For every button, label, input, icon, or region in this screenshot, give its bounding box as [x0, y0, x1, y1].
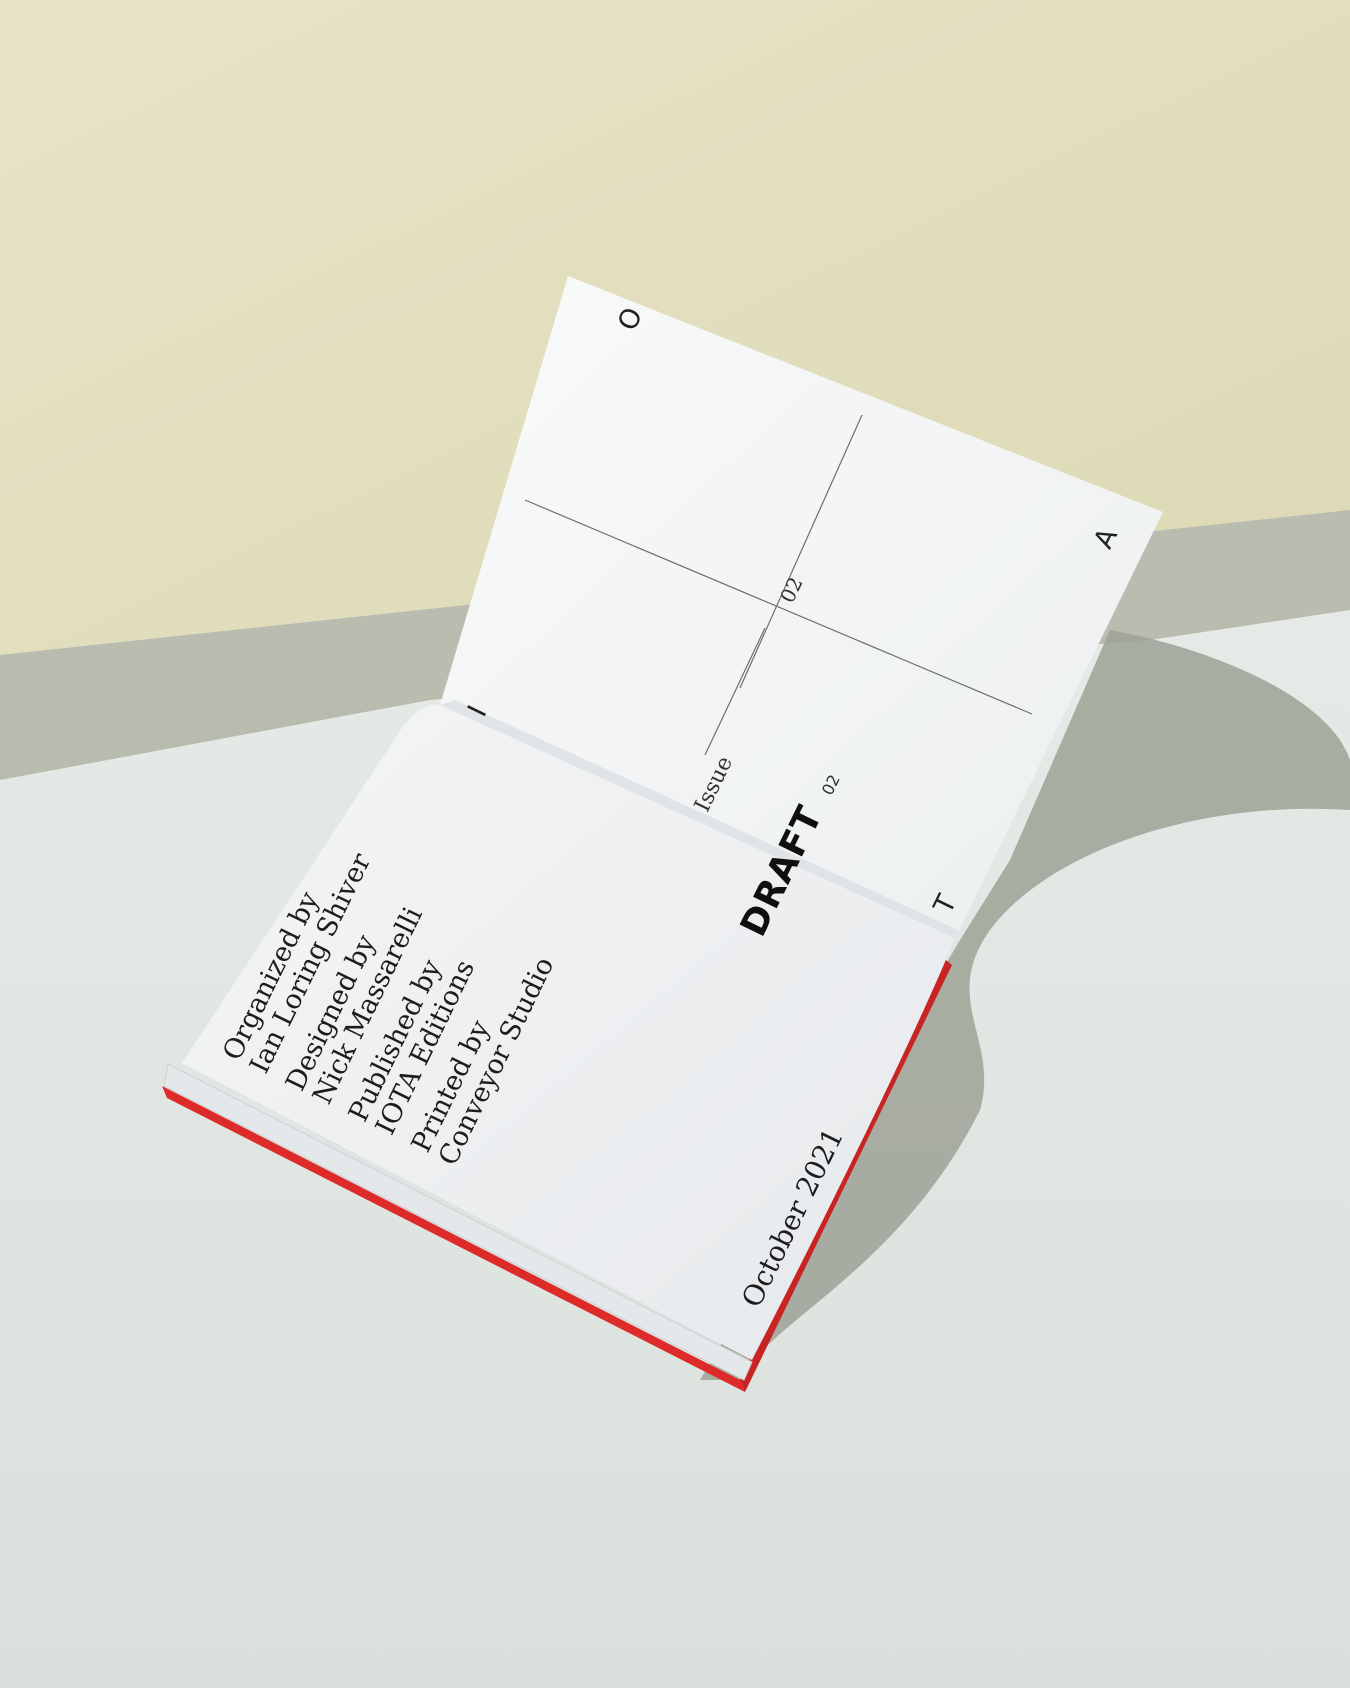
photo-scene: O A T I Issue 02 DRAFT 02 Organized by I…: [0, 0, 1350, 1688]
scene-shapes: [0, 0, 1350, 1688]
